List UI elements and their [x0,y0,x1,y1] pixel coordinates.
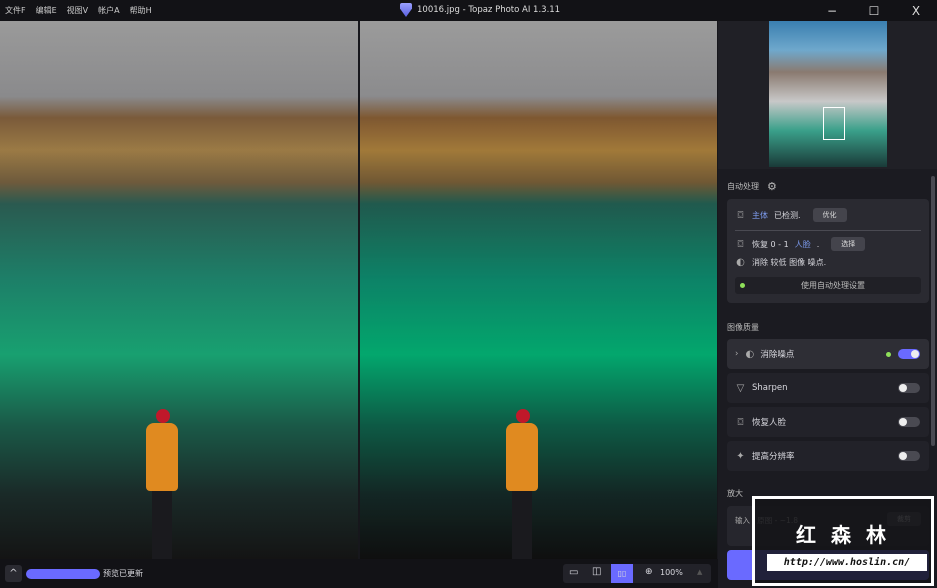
app-logo-icon [400,3,412,17]
hiker-figure [502,409,542,559]
feature-label: 消除噪点 [760,350,795,360]
zoom-dropdown-icon[interactable]: ▲ [697,568,702,576]
feature-upscale[interactable]: ✦ 提高分辨率 [727,441,929,471]
sharpen-toggle[interactable] [898,383,920,393]
sharpen-icon: ▽ [736,382,745,394]
close-button[interactable]: X [895,0,937,21]
split-view-icon[interactable]: ◫ [592,566,601,577]
denoise-icon: ◐ [745,348,755,360]
gear-icon[interactable]: ⚙ [767,180,777,193]
progress-bar [26,569,100,579]
maximize-button[interactable]: ☐ [853,0,895,21]
navigator-thumbnail[interactable] [768,21,887,167]
face-suffix: . [816,239,820,249]
active-dot [886,351,891,357]
side-by-side-view-icon[interactable]: ▯▯ [611,564,633,583]
minimize-button[interactable]: − [811,0,853,21]
original-preview[interactable] [0,21,358,559]
noise-status: 消除 较低 图像 噪点. [752,258,827,267]
hiker-figure [142,409,182,559]
sparkle-icon: ✦ [736,450,745,462]
bottom-toolbar: ^ 预览已更新 ▭ ◫ ▯▯ ⊕ 100% ▲ [0,559,718,588]
menu-view[interactable]: 视图V [67,5,88,16]
single-view-icon[interactable]: ▭ [569,567,578,578]
upscale-toggle[interactable] [898,451,920,461]
menu-help[interactable]: 帮助H [130,5,152,16]
face-icon: ⌼ [737,238,744,250]
watermark: 红 森 林 http://www.hoslin.cn/ [752,496,934,586]
auto-panel: ⌼ 主体 已检测. 优化 ⌼ 恢复 0 - 1 人脸 . 选择 ◐ 消除 较低 … [727,199,929,303]
denoise-icon: ◐ [736,257,745,268]
zoom-icon: ⊕ [645,567,653,577]
watermark-title: 红 森 林 [796,523,890,547]
face-icon: ⌼ [737,416,744,428]
divider [735,230,921,231]
processed-preview[interactable] [360,21,717,559]
menu-edit[interactable]: 编辑E [36,5,57,16]
menu-file[interactable]: 文件F [5,5,26,16]
feature-face-recovery[interactable]: ⌼ 恢复人脸 [727,407,929,437]
menu-account[interactable]: 帐户A [98,5,119,16]
feature-label: 恢复人脸 [752,418,787,428]
auto-header: 自动处理 [727,182,759,191]
select-button[interactable]: 选择 [831,237,866,251]
feature-sharpen[interactable]: ▽ Sharpen [727,373,929,403]
upscale-header: 放大 [727,489,743,498]
face-toggle[interactable] [898,417,920,427]
sidebar-scrollbar[interactable] [931,176,935,446]
feature-denoise[interactable]: › ◐ 消除噪点 [727,339,929,369]
feature-label: 提高分辨率 [752,452,795,462]
optimize-button[interactable]: 优化 [812,208,847,222]
apply-auto-button[interactable]: 使用自动处理设置 [735,277,921,294]
feature-label: Sharpen [752,383,788,393]
status-text: 预览已更新 [103,569,143,578]
subject-detect-icon: ⌼ [737,209,744,221]
quality-header: 图像质量 [727,323,759,332]
denoise-toggle[interactable] [898,349,920,359]
face-prefix: 恢复 0 - 1 [752,239,789,249]
title-bar: 文件F 编辑E 视图V 帐户A 帮助H 10016.jpg - Topaz Ph… [0,0,937,21]
face-label: 人脸 [794,239,811,249]
watermark-url: http://www.hoslin.cn/ [767,554,927,571]
chevron-right-icon[interactable]: › [735,349,738,359]
expand-up-button[interactable]: ^ [5,565,22,582]
window-title: 10016.jpg - Topaz Photo AI 1.3.11 [417,5,561,15]
subject-label: 主体 [752,210,768,220]
zoom-level[interactable]: 100% [660,568,683,577]
subject-status: 已检测. [774,210,801,220]
viewport-box[interactable] [822,107,845,140]
menu-bar: 文件F 编辑E 视图V 帐户A 帮助H [0,5,152,16]
apply-auto-label: 使用自动处理设置 [801,281,865,290]
